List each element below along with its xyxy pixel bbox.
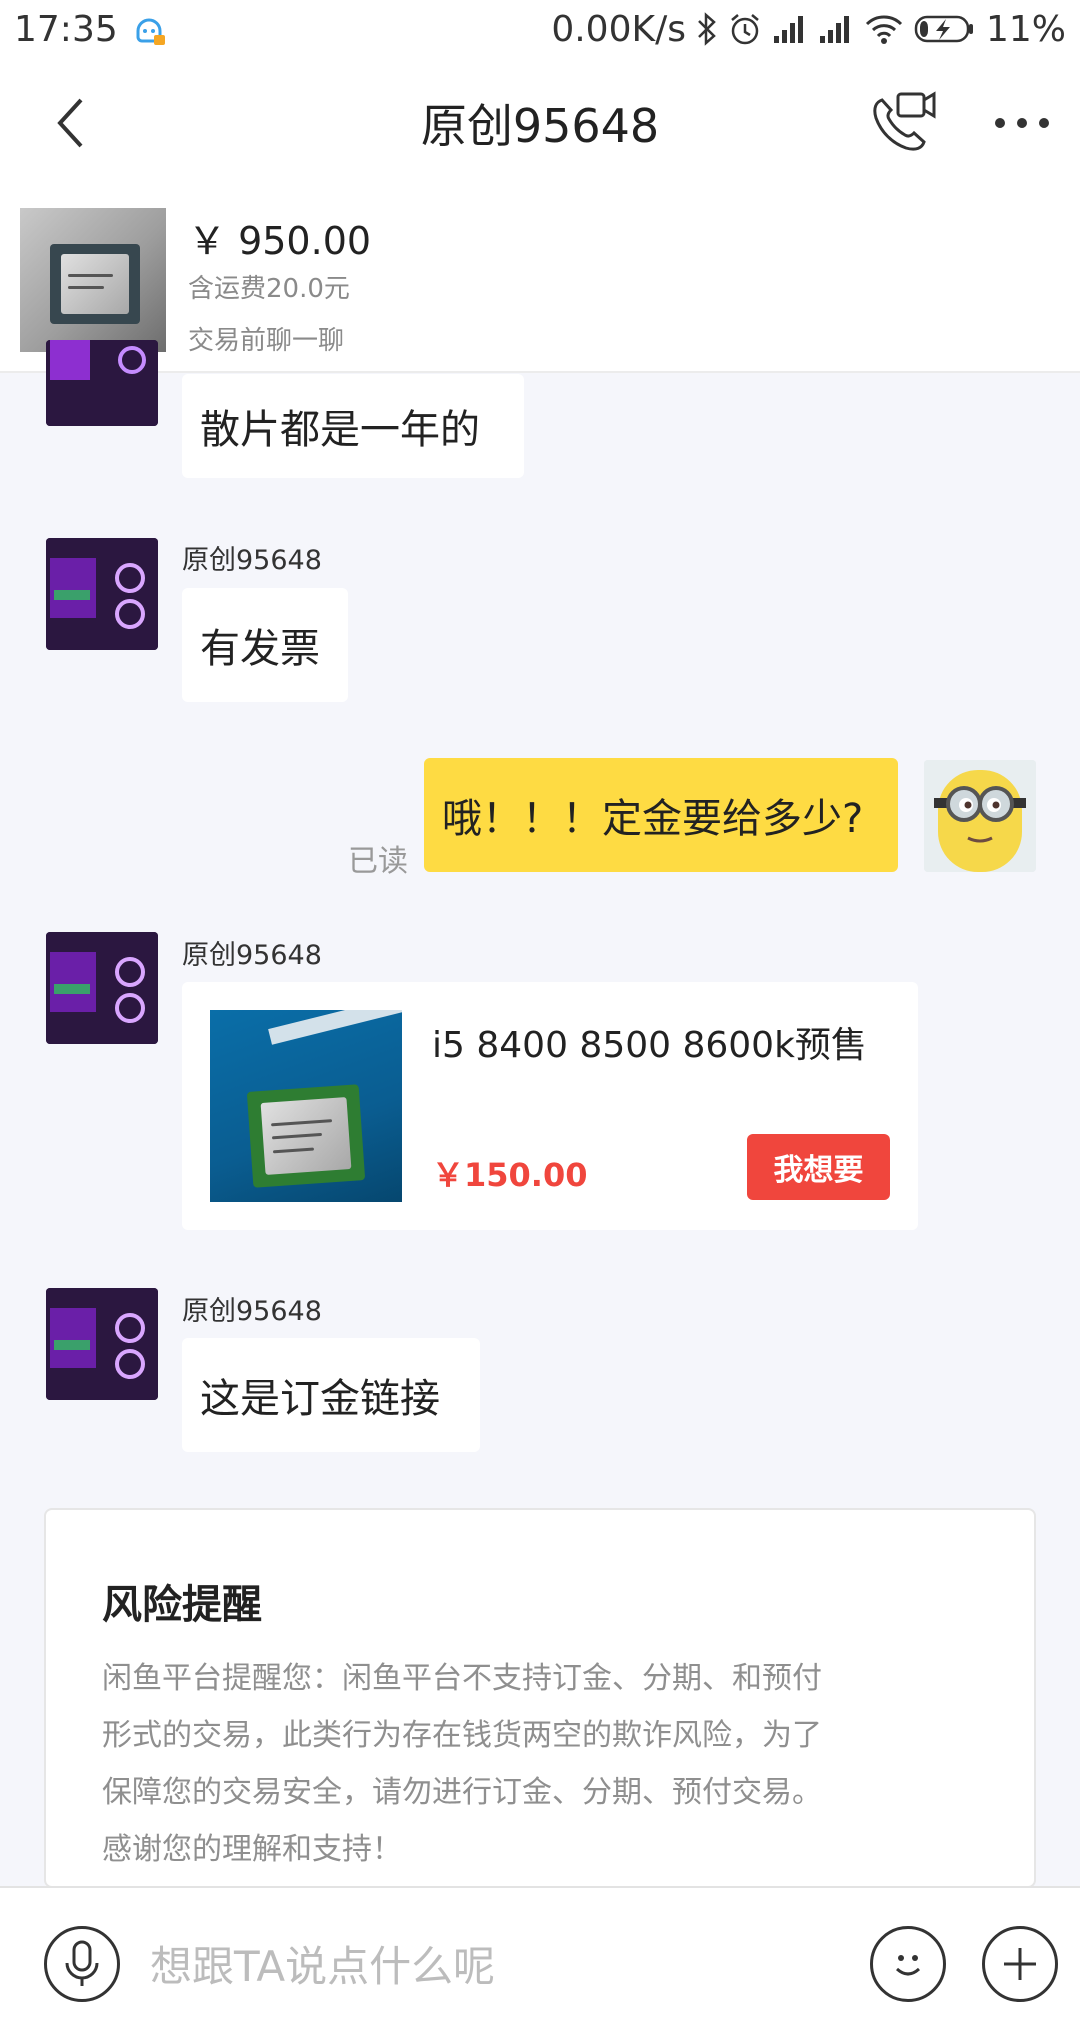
- product-shipping: 含运费20.0元: [188, 274, 350, 304]
- back-button[interactable]: [40, 88, 100, 158]
- chat-header: 原创95648: [0, 58, 1080, 188]
- chat-title: 原创95648: [420, 99, 660, 153]
- voice-button[interactable]: [44, 1926, 120, 2002]
- status-time: 17:35: [14, 8, 118, 50]
- microphone-icon: [65, 1940, 99, 1986]
- phone-video-icon: [873, 91, 936, 151]
- product-thumbnail[interactable]: [20, 208, 166, 352]
- bluetooth-icon: [696, 12, 718, 46]
- want-button[interactable]: 我想要: [747, 1134, 890, 1200]
- risk-body: 闲鱼平台提醒您：闲鱼平台不支持订金、分期、和预付 形式的交易，此类行为存在钱货两…: [102, 1650, 922, 1878]
- risk-line: 感谢您的理解和支持！: [102, 1832, 402, 1867]
- seller-avatar[interactable]: [46, 932, 158, 1044]
- risk-notice-card: 风险提醒 闲鱼平台提醒您：闲鱼平台不支持订金、分期、和预付 形式的交易，此类行为…: [44, 1508, 1036, 1888]
- my-message-bubble[interactable]: 哦！！！定金要给多少?: [424, 758, 898, 872]
- more-dots-icon: [995, 118, 1049, 128]
- battery-percent: 11%: [985, 8, 1066, 50]
- more-button[interactable]: [990, 88, 1054, 158]
- plus-button[interactable]: [982, 1926, 1058, 2002]
- message-bubble[interactable]: 有发票: [182, 588, 348, 702]
- emoji-button[interactable]: [870, 1926, 946, 2002]
- seller-avatar[interactable]: [46, 340, 158, 426]
- input-bar: [0, 1886, 1080, 2040]
- battery-charging-icon: [914, 14, 976, 44]
- item-price: ￥150.00: [432, 1156, 588, 1194]
- product-chat-hint: 交易前聊一聊: [188, 326, 345, 356]
- risk-line: 形式的交易，此类行为存在钱货两空的欺诈风险，为了: [102, 1718, 822, 1753]
- seller-avatar[interactable]: [46, 538, 158, 650]
- cpu-image: [50, 244, 140, 324]
- sender-name: 原创95648: [182, 940, 322, 971]
- video-call-button[interactable]: [868, 88, 938, 158]
- wifi-icon: [864, 13, 904, 45]
- message-bubble[interactable]: 这是订金链接: [182, 1338, 480, 1452]
- item-image: [210, 1010, 402, 1202]
- product-bar[interactable]: [0, 188, 1080, 373]
- plus-icon: [1004, 1948, 1036, 1980]
- product-price: ￥ 950.00: [188, 219, 372, 263]
- sender-name: 原创95648: [182, 545, 322, 576]
- risk-title: 风险提醒: [102, 1582, 262, 1628]
- risk-line: 保障您的交易安全，请勿进行订金、分期、预付交易。: [102, 1775, 822, 1810]
- message-bubble[interactable]: 散片都是一年的: [182, 374, 524, 478]
- assistant-notification-icon: [132, 11, 166, 47]
- chevron-left-icon: [57, 98, 83, 148]
- item-card[interactable]: i5 8400 8500 8600k预售 ￥150.00 我想要: [182, 982, 918, 1230]
- message-input[interactable]: [150, 1924, 850, 2008]
- signal-icon: [772, 14, 808, 44]
- risk-line: 闲鱼平台提醒您：闲鱼平台不支持订金、分期、和预付: [102, 1661, 822, 1696]
- my-avatar[interactable]: [924, 760, 1036, 872]
- item-title: i5 8400 8500 8600k预售: [432, 1025, 867, 1066]
- sender-name: 原创95648: [182, 1296, 322, 1327]
- seller-avatar[interactable]: [46, 1288, 158, 1400]
- status-bar: 17:35 0.00K/s 11%: [0, 0, 1080, 58]
- alarm-icon: [728, 12, 762, 46]
- signal-2-icon: [818, 14, 854, 44]
- network-speed: 0.00K/s: [551, 8, 686, 50]
- smiley-icon: [895, 1955, 921, 1976]
- read-status: 已读: [348, 844, 408, 879]
